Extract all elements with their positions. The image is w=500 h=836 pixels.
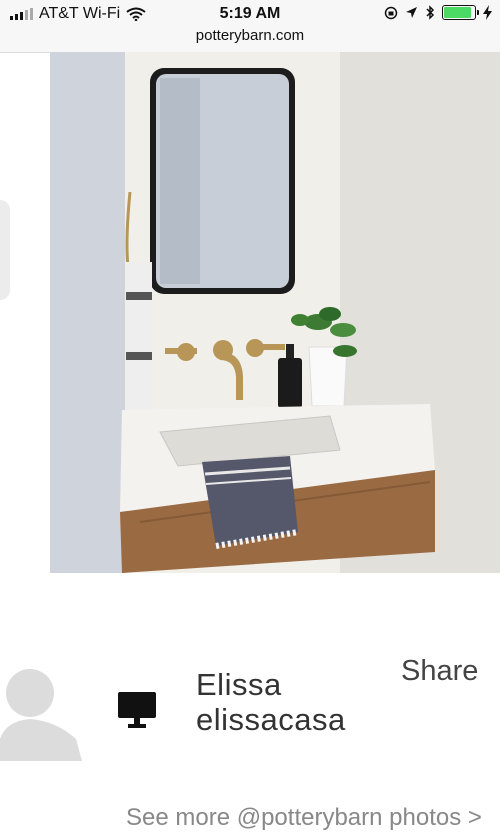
author-handle[interactable]: elissacasa (196, 702, 346, 738)
status-bar: AT&T Wi-Fi 5:19 AM potterybarn.com (0, 0, 500, 53)
orientation-lock-icon (384, 6, 398, 19)
status-right (384, 5, 492, 20)
share-button[interactable]: Share (401, 655, 478, 688)
hand-towel (202, 456, 299, 549)
bluetooth-icon (426, 5, 435, 20)
charging-icon (483, 5, 492, 20)
author-name[interactable]: Elissa (196, 667, 282, 703)
bathroom-photo[interactable] (50, 52, 500, 573)
mirror (150, 68, 295, 294)
battery-level-fill (444, 7, 471, 18)
address-bar-url[interactable]: potterybarn.com (0, 27, 500, 44)
desktop-icon (118, 692, 156, 728)
see-more-link[interactable]: See more @potterybarn photos > (126, 804, 482, 832)
previous-photo-edge[interactable] (0, 200, 10, 300)
bathroom-illustration (50, 52, 500, 573)
author-section: Elissa elissacasa Share (0, 655, 500, 775)
battery-icon (442, 5, 479, 20)
location-icon (406, 7, 417, 18)
avatar-placeholder-icon[interactable] (0, 663, 82, 761)
